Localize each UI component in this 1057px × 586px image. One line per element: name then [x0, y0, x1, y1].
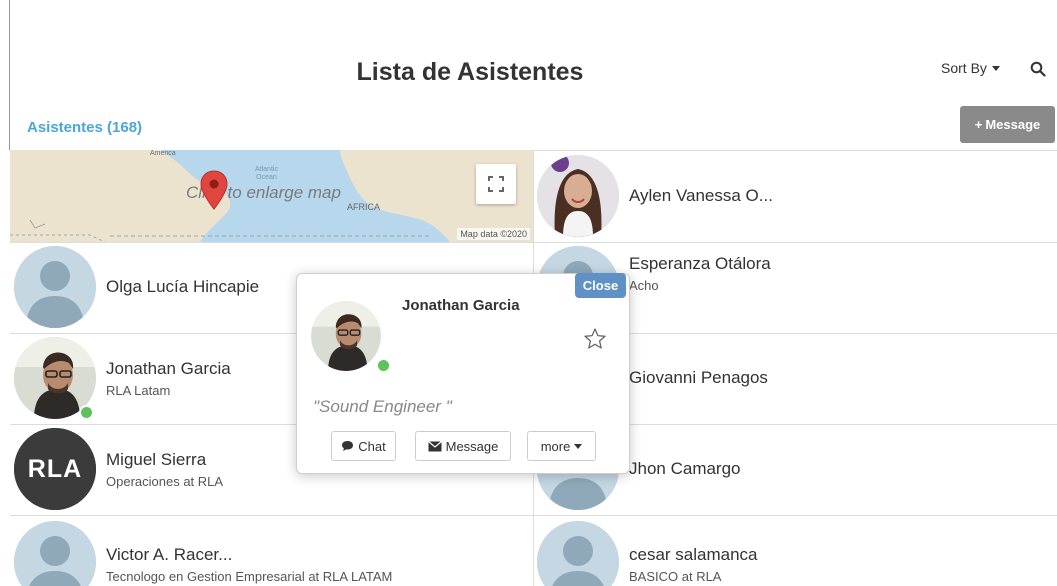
avatar [537, 521, 619, 586]
search-icon[interactable] [1030, 61, 1046, 77]
avatar [14, 246, 96, 328]
attendee-popup: Jonathan Garcia "Sound Engineer " Chat M… [296, 273, 630, 474]
message-label: Message [445, 438, 499, 454]
chat-button[interactable]: Chat [331, 431, 396, 461]
more-dropdown[interactable]: more [527, 431, 596, 461]
sort-by-label: Sort By [941, 60, 987, 76]
attendee-subtitle: Operaciones at RLA [106, 473, 224, 489]
attendee-name: Miguel Sierra [106, 449, 207, 469]
caret-down-icon [991, 65, 1000, 71]
close-button[interactable]: Close [575, 273, 626, 298]
attendee-name: Olga Lucía Hincapie [106, 277, 260, 296]
online-status-icon [376, 358, 391, 373]
map-region-label: AFRICA [347, 202, 381, 212]
avatar: RLA [14, 428, 96, 510]
attendee-subtitle: Acho [629, 277, 659, 293]
avatar [14, 337, 96, 420]
message-all-label: Message [985, 117, 1041, 132]
chevron-down-icon [574, 443, 583, 449]
online-status-icon [79, 405, 94, 420]
attendee-name: Giovanni Penagos [629, 368, 768, 387]
star-icon[interactable] [583, 327, 607, 356]
more-label: more [540, 438, 571, 454]
popup-headline: "Sound Engineer " [313, 397, 452, 416]
attendee-subtitle: RLA Latam [106, 382, 171, 398]
plus-icon: + [974, 117, 983, 132]
page-title: Lista de Asistentes [356, 58, 584, 86]
rla-logo: RLA [27, 455, 83, 483]
popup-avatar [311, 301, 381, 371]
attendee-name: Jonathan Garcia [106, 358, 231, 378]
attendee-subtitle: Tecnologo en Gestion Empresarial at RLA … [106, 569, 393, 584]
message-button[interactable]: Message [415, 431, 511, 461]
attendee-count: Asistentes (168) [27, 119, 143, 136]
map-credit: Map data ©2020 [457, 228, 530, 240]
attendee-subtitle: BASICO at RLA [629, 569, 722, 584]
popup-name: Jonathan Garcia [402, 297, 520, 314]
fullscreen-icon[interactable] [476, 164, 516, 204]
map-continent-label: America [150, 150, 176, 157]
attendee-name: cesar salamanca [629, 545, 758, 564]
sort-by-dropdown[interactable]: Sort By [941, 60, 1000, 76]
attendee-name: Jhon Camargo [629, 459, 741, 478]
chat-icon [342, 441, 354, 451]
avatar [14, 521, 96, 586]
attendee-row[interactable]: Victor A. Racer... Tecnologo en Gestion … [14, 515, 529, 586]
avatar [537, 155, 619, 237]
map-ocean-label: Atlantic Ocean [255, 166, 278, 181]
location-map[interactable]: America Atlantic Ocean Click to enlarge … [10, 150, 533, 242]
chat-label: Chat [358, 438, 386, 454]
envelope-icon [427, 440, 442, 451]
attendee-name: Esperanza Otálora [629, 253, 771, 273]
attendee-row[interactable]: Aylen Vanessa O... [537, 150, 1052, 242]
attendee-row[interactable]: cesar salamanca BASICO at RLA [537, 515, 1052, 586]
message-all-button[interactable]: + Message [960, 106, 1055, 143]
attendee-name: Victor A. Racer... [106, 545, 233, 564]
attendee-name: Aylen Vanessa O... [629, 186, 773, 205]
